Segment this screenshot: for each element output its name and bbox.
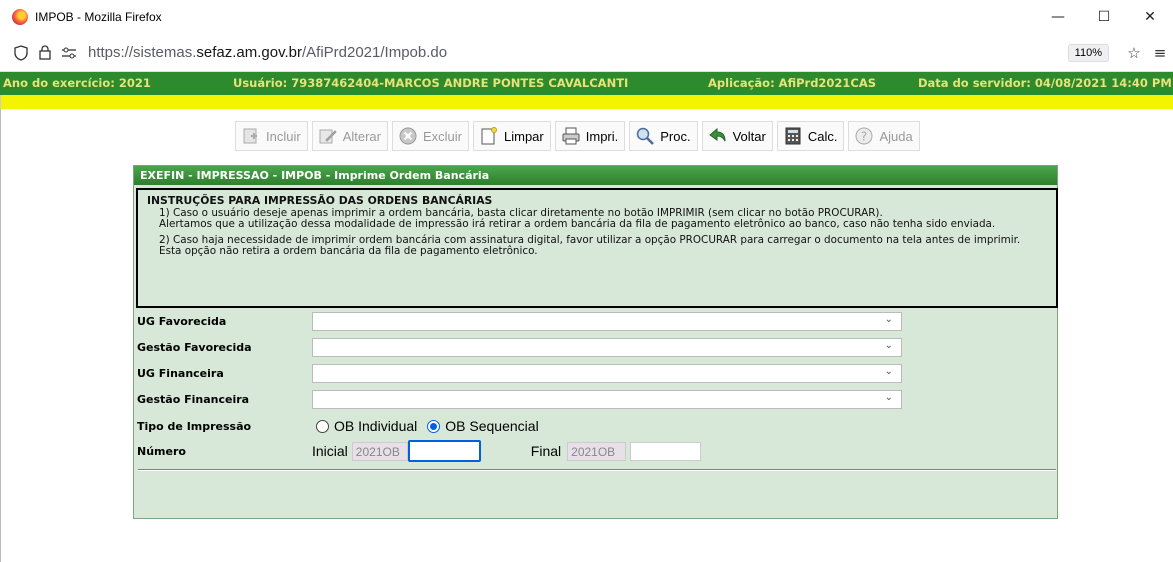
imprimir-label: Impri. <box>585 128 619 144</box>
maximize-button[interactable]: ☐ <box>1081 0 1127 34</box>
panel-title: EXEFIN - IMPRESSAO - IMPOB - Imprime Ord… <box>134 166 1057 185</box>
header-data-servidor: Data do servidor: 04/08/2021 14:40 PM <box>918 76 1172 90</box>
close-button[interactable]: ✕ <box>1127 0 1173 34</box>
incluir-button[interactable]: Incluir <box>235 121 308 151</box>
ob-individual-radio[interactable] <box>316 419 329 433</box>
gestao-favorecida-row: Gestão Favorecida ⌄ <box>137 336 902 358</box>
gestao-favorecida-label: Gestão Favorecida <box>137 340 252 354</box>
blank-page-icon <box>478 125 500 147</box>
inicial-number-input[interactable] <box>407 440 481 462</box>
tipo-impressao-row: Tipo de Impressão OB Individual OB Seque… <box>137 415 539 437</box>
instruction-2b: Esta opção não retira a ordem bancária d… <box>159 244 538 257</box>
chevron-down-icon: ⌄ <box>884 313 893 325</box>
excluir-button[interactable]: Excluir <box>391 121 469 151</box>
alterar-label: Alterar <box>342 128 381 144</box>
ug-financeira-row: UG Financeira ⌄ <box>137 362 902 384</box>
help-question-icon: ? <box>853 125 875 147</box>
ug-favorecida-label: UG Favorecida <box>137 314 227 328</box>
window-titlebar: IMPOB - Mozilla Firefox — ☐ ✕ <box>0 0 1173 34</box>
ug-financeira-select[interactable]: ⌄ <box>312 363 902 383</box>
ug-financeira-label: UG Financeira <box>137 366 224 380</box>
instructions-heading: INSTRUÇÕES PARA IMPRESSÃO DAS ORDENS BAN… <box>147 194 493 207</box>
procurar-label: Proc. <box>660 128 691 144</box>
back-arrow-icon <box>707 125 729 147</box>
instruction-1b: Alertamos que a utilização dessa modalid… <box>159 218 996 231</box>
delete-x-icon <box>397 125 419 147</box>
voltar-button[interactable]: Voltar <box>701 121 773 151</box>
calc-button[interactable]: Calc. <box>776 121 845 151</box>
gestao-financeira-select[interactable]: ⌄ <box>312 389 902 409</box>
firefox-logo-icon <box>12 9 28 25</box>
lock-icon[interactable] <box>36 44 54 62</box>
add-document-icon <box>240 125 262 147</box>
final-prefix-field: 2021OB <box>567 441 627 461</box>
tipo-impressao-group: OB Individual OB Sequencial <box>312 418 539 434</box>
calculator-icon <box>782 125 804 147</box>
ug-favorecida-row: UG Favorecida ⌄ <box>137 310 902 332</box>
imprimir-button[interactable]: Impri. <box>554 121 626 151</box>
chevron-down-icon: ⌄ <box>884 365 893 377</box>
form-panel: EXEFIN - IMPRESSAO - IMPOB - Imprime Ord… <box>133 165 1058 519</box>
nav-right-controls: 110% ☆ ≡ <box>1067 34 1173 72</box>
url-prefix: https://sistemas. <box>88 44 197 61</box>
gestao-financeira-label: Gestão Financeira <box>137 392 250 406</box>
excluir-label: Excluir <box>422 128 462 144</box>
shield-icon[interactable] <box>12 44 30 62</box>
bookmark-star-icon[interactable]: ☆ <box>1121 44 1147 62</box>
alterar-button[interactable]: Alterar <box>311 121 388 151</box>
final-label: Final <box>530 443 562 459</box>
chevron-down-icon: ⌄ <box>884 391 893 403</box>
numero-fields: Inicial 2021OB Final 2021OB <box>312 440 702 462</box>
voltar-label: Voltar <box>732 128 766 144</box>
final-number-input[interactable] <box>630 441 702 461</box>
gestao-favorecida-select[interactable]: ⌄ <box>312 337 902 357</box>
window-controls: — ☐ ✕ <box>1035 0 1173 34</box>
magnifier-icon <box>634 125 656 147</box>
ob-sequencial-label[interactable]: OB Sequencial <box>445 418 538 434</box>
printer-icon <box>560 125 582 147</box>
svg-text:?: ? <box>861 130 867 144</box>
zoom-indicator[interactable]: 110% <box>1067 44 1109 62</box>
main-content: Incluir Alterar Excluir Limpar Impri. Pr… <box>0 109 1173 562</box>
tipo-impressao-label: Tipo de Impressão <box>137 419 252 433</box>
status-bar <box>0 95 1173 109</box>
header-aplicacao: Aplicação: AfiPrd2021CAS <box>708 76 877 90</box>
ajuda-button[interactable]: ? Ajuda <box>848 121 920 151</box>
header-usuario: Usuário: 79387462404-MARCOS ANDRE PONTES… <box>233 76 629 90</box>
permissions-icon[interactable] <box>60 44 78 62</box>
calc-label: Calc. <box>807 128 838 144</box>
chevron-down-icon: ⌄ <box>884 339 893 351</box>
hamburger-menu-icon[interactable]: ≡ <box>1147 44 1173 62</box>
inicial-label: Inicial <box>312 443 348 459</box>
navigation-bar: https://sistemas.sefaz.am.gov.br/AfiPrd2… <box>0 34 1173 72</box>
numero-label: Número <box>137 444 186 458</box>
inicial-prefix-field: 2021OB <box>351 441 408 461</box>
ob-individual-label[interactable]: OB Individual <box>334 418 417 434</box>
ob-sequencial-radio[interactable] <box>427 419 441 433</box>
ug-favorecida-select[interactable]: ⌄ <box>312 311 902 331</box>
incluir-label: Incluir <box>266 128 301 144</box>
limpar-button[interactable]: Limpar <box>473 121 551 151</box>
form-separator <box>138 469 1056 471</box>
edit-pencil-icon <box>317 125 339 147</box>
procurar-button[interactable]: Proc. <box>629 121 698 151</box>
minimize-button[interactable]: — <box>1035 0 1081 34</box>
address-bar[interactable]: https://sistemas.sefaz.am.gov.br/AfiPrd2… <box>88 44 447 61</box>
url-domain: sefaz.am.gov.br <box>196 44 302 61</box>
numero-row: Número Inicial 2021OB Final 2021OB <box>137 440 702 462</box>
gestao-financeira-row: Gestão Financeira ⌄ <box>137 388 902 410</box>
action-toolbar: Incluir Alterar Excluir Limpar Impri. Pr… <box>235 120 957 152</box>
limpar-label: Limpar <box>504 128 544 144</box>
instructions-box: INSTRUÇÕES PARA IMPRESSÃO DAS ORDENS BAN… <box>136 188 1058 308</box>
window-title: IMPOB - Mozilla Firefox <box>35 10 162 24</box>
ajuda-label: Ajuda <box>879 128 913 144</box>
app-header: Ano do exercício: 2021 Usuário: 79387462… <box>0 72 1173 95</box>
url-path: /AfiPrd2021/Impob.do <box>301 44 448 61</box>
header-ano: Ano do exercício: 2021 <box>3 76 151 90</box>
